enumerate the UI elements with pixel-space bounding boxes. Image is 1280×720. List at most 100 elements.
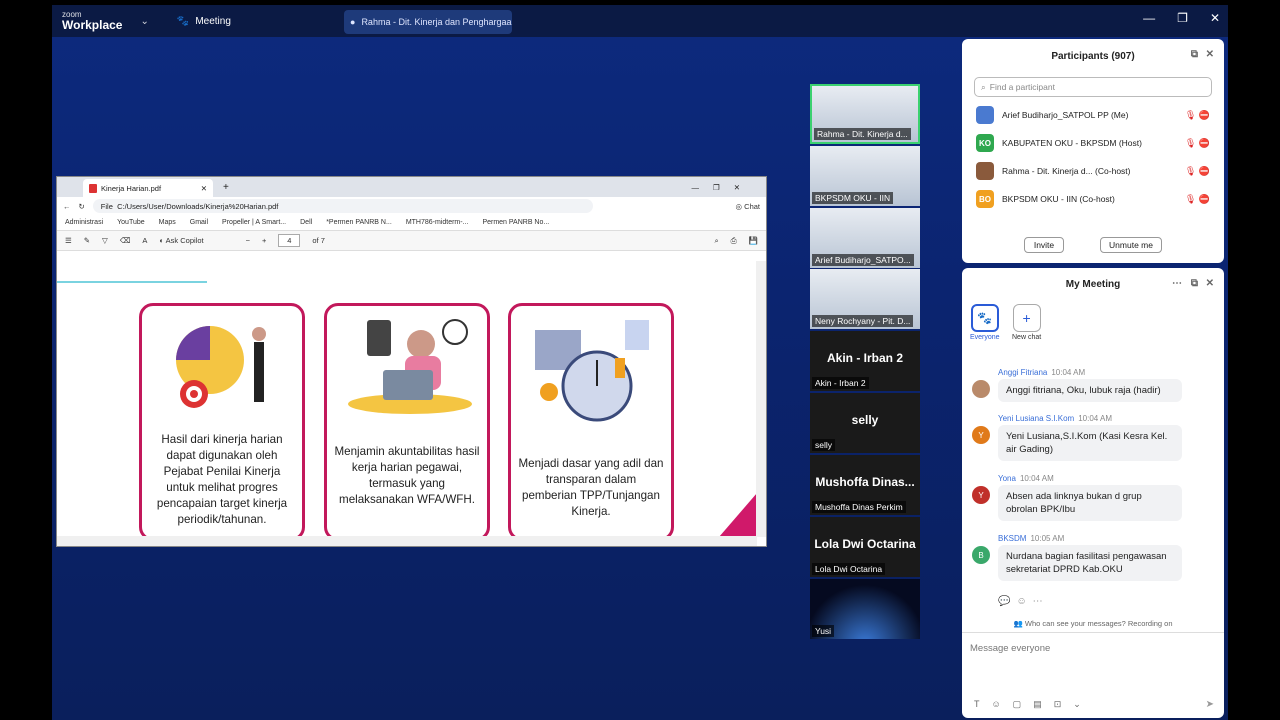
send-icon[interactable]: ➤ — [1206, 699, 1214, 710]
zoom-in-icon[interactable]: + — [262, 236, 266, 245]
visibility-notice[interactable]: 👥 Who can see your messages? Recording o… — [962, 619, 1224, 628]
bookmark-item[interactable]: *Permen PANRB N... — [326, 219, 392, 226]
message-text: Yeni Lusiana,S.I.Kom (Kasi Kesra Kel. ai… — [998, 425, 1182, 461]
pdf-icon — [89, 183, 97, 193]
sender-name[interactable]: Yona — [998, 474, 1016, 483]
search-input[interactable]: ⌕ Find a participant — [974, 77, 1212, 97]
zoom-out-icon[interactable]: − — [246, 236, 250, 245]
bookmark-item[interactable]: Maps — [159, 219, 176, 226]
sender-name[interactable]: Yeni Lusiana S.I.Kom — [998, 414, 1074, 423]
card-text: Menjadi dasar yang adil dan transparan d… — [518, 457, 664, 518]
avatar — [976, 106, 994, 124]
message-time: 10:04 AM — [1051, 368, 1086, 377]
target-illustration — [176, 326, 266, 408]
bookmark-item[interactable]: Propeller | A Smart... — [222, 219, 286, 226]
bookmark-item[interactable]: MTH786-midterm-... — [406, 219, 469, 226]
participant-name: KABUPATEN OKU - BKPSDM (Host) — [1002, 138, 1142, 148]
save-icon[interactable]: 💾 — [749, 236, 758, 245]
bookmark-item[interactable]: YouTube — [117, 219, 145, 226]
participant-row[interactable]: Arief Budiharjo_SATPOL PP (Me) 🎙 ⛔ — [962, 101, 1224, 129]
video-tile[interactable]: selly selly — [810, 393, 920, 453]
video-tile[interactable]: Arief Budiharjo_SATPO... — [810, 208, 920, 268]
corner-decoration — [719, 493, 757, 537]
message-input[interactable]: Message everyone T☺▢▤⊡⌄ ➤ — [962, 632, 1224, 718]
tile-name-label: BKPSDM OKU - IIN — [812, 192, 894, 204]
highlight-icon[interactable]: ▽ — [102, 236, 108, 245]
info-card-3: Menjadi dasar yang adil dan transparan d… — [508, 303, 674, 537]
info-card-2: Menjamin akuntabilitas hasil kerja haria… — [324, 303, 490, 537]
mute-video-icons[interactable]: 🎙 ⛔ — [1185, 194, 1210, 205]
toc-icon[interactable]: ☰ — [65, 236, 72, 245]
message-text: Anggi fitriana, Oku, lubuk raja (hadir) — [998, 379, 1182, 402]
close-icon[interactable]: ✕ — [1210, 11, 1220, 25]
bookmark-item[interactable]: Dell — [300, 219, 312, 226]
minimize-icon[interactable]: — — [1143, 11, 1155, 25]
reload-icon[interactable]: ↻ — [79, 202, 85, 211]
bookmark-item[interactable]: Permen PANRB No... — [482, 219, 549, 226]
address-bar[interactable]: File C:/Users/User/Downloads/Kinerja%20H… — [92, 199, 593, 213]
page-input[interactable]: 4 — [278, 234, 301, 247]
share-tab[interactable]: ●Rahma - Dit. Kinerja dan Penghargaan⋯ — [344, 10, 512, 34]
sender-name[interactable]: BKSDM — [998, 534, 1026, 543]
close-icon[interactable]: ✕ — [1206, 49, 1214, 60]
participant-row[interactable]: BO BKPSDM OKU - IIN (Co-host) 🎙 ⛔ — [962, 185, 1224, 213]
invite-button[interactable]: Invite — [1024, 237, 1064, 253]
unmute-button[interactable]: Unmute me — [1100, 237, 1162, 253]
tile-name-label: Yusi — [812, 625, 835, 637]
tile-name-label: Mushoffa Dinas Perkim — [812, 501, 906, 513]
message-text: Absen ada linknya bukan d grup obrolan B… — [998, 485, 1182, 521]
sender-name[interactable]: Anggi Fitriana — [998, 368, 1047, 377]
read-icon[interactable]: A — [142, 236, 147, 245]
back-icon[interactable]: ← — [63, 202, 71, 211]
video-tile[interactable]: Yusi — [810, 579, 920, 639]
close-icon[interactable]: ✕ — [201, 184, 207, 193]
compose-toolbar[interactable]: T☺▢▤⊡⌄ — [974, 699, 1093, 710]
video-tile[interactable]: Akin - Irban 2 Akin - Irban 2 — [810, 331, 920, 391]
popout-icon[interactable]: ⧉ — [1191, 49, 1198, 60]
tile-name-label: Lola Dwi Octarina — [812, 563, 886, 575]
video-tile[interactable]: Mushoffa Dinas... Mushoffa Dinas Perkim — [810, 455, 920, 515]
window-controls[interactable]: —❐✕ — [691, 183, 754, 192]
info-card-1: Hasil dari kinerja harian dapat digunaka… — [139, 303, 305, 537]
people-icon: 👥 — [1013, 619, 1023, 628]
mute-video-icons[interactable]: 🎙 ⛔ — [1185, 138, 1210, 149]
video-tile[interactable]: Rahma - Dit. Kinerja d... — [810, 84, 920, 144]
bookmark-item[interactable]: Gmail — [190, 219, 208, 226]
video-tile[interactable]: BKPSDM OKU - IIN — [810, 146, 920, 206]
tile-name-label: Akin - Irban 2 — [812, 377, 869, 389]
participant-row[interactable]: KO KABUPATEN OKU - BKPSDM (Host) 🎙 ⛔ — [962, 129, 1224, 157]
restore-icon[interactable]: ❐ — [1177, 11, 1188, 25]
chat-button[interactable]: ◎ Chat — [736, 202, 760, 211]
print-icon[interactable]: ⎙ — [731, 236, 737, 246]
copilot-button[interactable]: ◐ Ask Copilot — [159, 236, 203, 245]
tile-name-label: Rahma - Dit. Kinerja d... — [814, 128, 911, 140]
participant-name: Rahma - Dit. Kinerja d... (Co-host) — [1002, 166, 1131, 176]
browser-tab[interactable]: Kinerja Harian.pdf ✕ — [83, 179, 213, 197]
mute-video-icons[interactable]: 🎙 ⛔ — [1185, 110, 1210, 121]
video-tile[interactable]: Neny Rochyany - Pit. D... — [810, 269, 920, 329]
search-icon[interactable]: ⌕ — [714, 236, 718, 246]
bookmark-item[interactable]: Administrasi — [65, 219, 103, 226]
avatar: Y — [972, 426, 990, 444]
reaction-icons[interactable]: 💬☺⋯ — [998, 596, 1049, 607]
draw-icon[interactable]: ✎ — [84, 236, 90, 245]
vertical-scrollbar[interactable] — [756, 261, 766, 537]
participant-name: BKPSDM OKU - IIN (Co-host) — [1002, 194, 1115, 204]
laptop-illustration — [348, 319, 472, 414]
avatar — [976, 162, 994, 180]
participant-row[interactable]: Rahma - Dit. Kinerja d... (Co-host) 🎙 ⛔ — [962, 157, 1224, 185]
mute-video-icons[interactable]: 🎙 ⛔ — [1185, 166, 1210, 177]
message-time: 10:05 AM — [1030, 534, 1065, 543]
video-tile[interactable]: Lola Dwi Octarina Lola Dwi Octarina — [810, 517, 920, 577]
new-tab-icon[interactable]: + — [223, 182, 229, 193]
tile-name-label: Arief Budiharjo_SATPO... — [812, 254, 914, 266]
erase-icon[interactable]: ⌫ — [120, 236, 131, 245]
meeting-tab[interactable]: 🐾 Meeting — [177, 16, 231, 27]
tile-display-name: Akin - Irban 2 — [826, 351, 903, 365]
avatar: B — [972, 546, 990, 564]
chat-message: Y Yona 10:04 AM Absen ada linknya bukan d g… — [972, 474, 1182, 521]
pdf-page: Hasil dari kinerja harian dapat digunaka… — [57, 261, 757, 537]
chevron-down-icon[interactable]: ⌄ — [140, 16, 148, 27]
tile-display-name: selly — [851, 413, 879, 427]
horizontal-scrollbar[interactable] — [57, 536, 757, 546]
